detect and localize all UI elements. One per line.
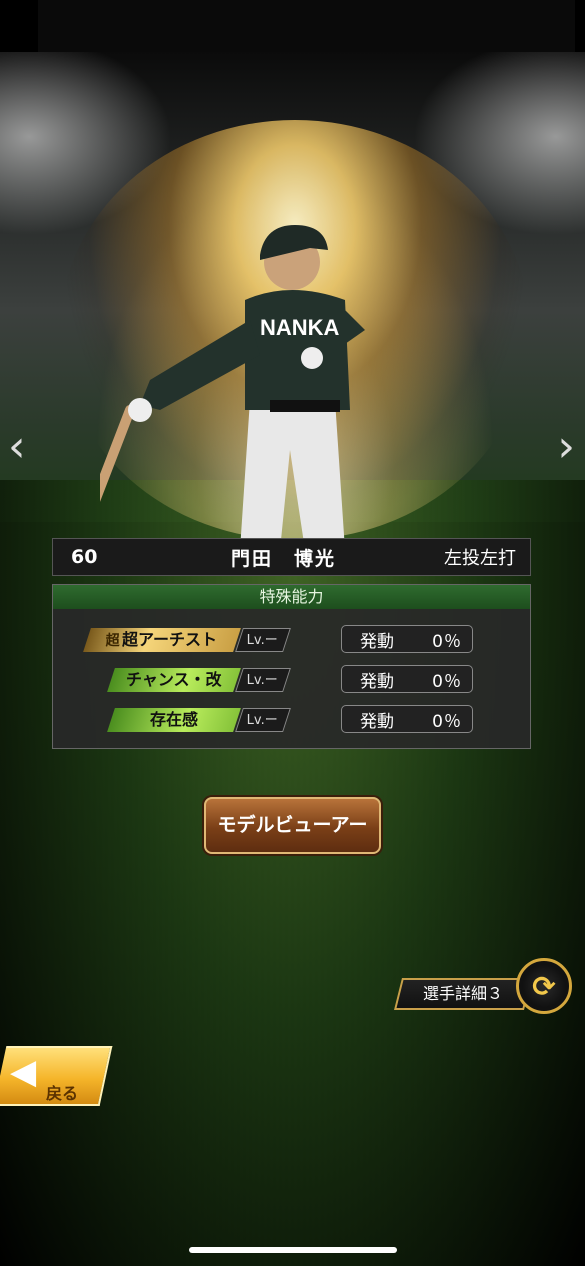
ability-name: 超アーチスト [122,630,218,649]
ability-badge: 超 [106,633,121,649]
ability-level: Lv.ー [235,628,291,652]
ability-row[interactable]: 存在感 Lv.ー 発動 0％ [53,705,530,735]
prev-player-arrow-icon[interactable]: ‹ [8,425,26,469]
top-bar [38,0,575,52]
ability-tag: チャンス・改 [107,668,241,692]
ability-level: Lv.ー [235,668,291,692]
special-abilities-panel: 特殊能力 超超アーチスト Lv.ー 発動 0％ チャンス・改 Lv.ー 発動 0… [52,584,531,749]
activation-box: 発動 0％ [341,705,473,733]
player-number: 60 [71,546,98,568]
player-handedness: 左投左打 [444,548,516,569]
ability-name: チャンス・改 [126,670,222,689]
ability-row[interactable]: チャンス・改 Lv.ー 発動 0％ [53,665,530,695]
activation-label: 発動 [360,631,394,652]
activation-box: 発動 0％ [341,625,473,653]
back-arrow-icon[interactable]: ◀ [10,1052,36,1092]
model-viewer-button[interactable]: モデルビューアー [204,797,381,854]
activation-label: 発動 [360,671,394,692]
ability-name: 存在感 [149,710,198,729]
ability-tag: 超超アーチスト [83,628,241,652]
activation-value: 0％ [432,711,462,732]
ability-tag: 存在感 [107,708,241,732]
player-detail-button[interactable]: 選手詳細３ [394,978,532,1010]
player-detail-label: 選手詳細３ [422,984,503,1003]
activation-value: 0％ [432,671,462,692]
ability-level: Lv.ー [235,708,291,732]
next-player-arrow-icon[interactable]: › [557,425,575,469]
jersey-text: NANKA [260,315,340,340]
player-name-bar: 60 門田 博光 左投左打 [52,538,531,576]
panel-title: 特殊能力 [53,585,530,609]
activation-box: 発動 0％ [341,665,473,693]
home-indicator[interactable] [189,1247,397,1253]
activation-label: 発動 [360,711,394,732]
player-name: 門田 博光 [230,547,336,570]
back-label[interactable]: 戻る [46,1080,78,1104]
ability-row[interactable]: 超超アーチスト Lv.ー 発動 0％ [53,625,530,655]
player-image: NANKA [100,225,365,550]
swap-icon[interactable]: ⟳ [516,958,572,1014]
activation-value: 0％ [432,631,462,652]
